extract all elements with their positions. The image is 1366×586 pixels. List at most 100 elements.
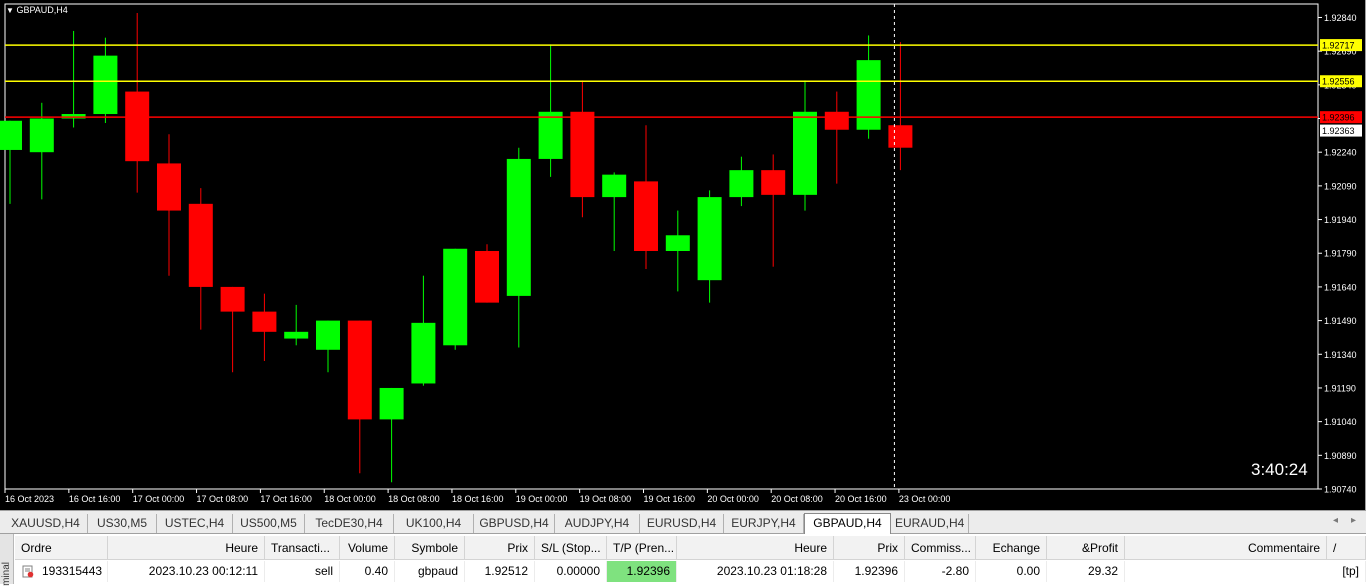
chart-tab[interactable]: XAUUSD,H4 <box>4 514 88 533</box>
terminal-side-label: minal <box>1 562 12 586</box>
bear-candle[interactable] <box>888 125 913 148</box>
chart-tab[interactable]: AUDJPY,H4 <box>555 514 640 533</box>
time-scale-label: 18 Oct 00:00 <box>324 494 376 504</box>
cell-ordre: 193315443 <box>36 561 108 582</box>
header-ordre[interactable]: Ordre <box>15 536 108 560</box>
bull-candle[interactable] <box>697 197 722 281</box>
time-scale-label: 20 Oct 08:00 <box>771 494 823 504</box>
cell-transaction: sell <box>265 561 340 582</box>
bear-candle[interactable] <box>220 286 245 312</box>
time-scale-label: 23 Oct 00:00 <box>899 494 951 504</box>
cell-symbole: gbpaud <box>395 561 465 582</box>
cell-commission: -2.80 <box>905 561 976 582</box>
cell-echange: 0.00 <box>976 561 1047 582</box>
bull-candle[interactable] <box>793 111 817 195</box>
chart-tab[interactable]: US500,M5 <box>233 514 305 533</box>
header-prix-open[interactable]: Prix <box>465 536 535 560</box>
price-scale-label: 1.92240 <box>1324 148 1357 158</box>
bar-countdown-timer: 3:40:24 <box>1251 460 1308 479</box>
price-scale-label: 1.91940 <box>1324 215 1357 225</box>
time-scale-label: 16 Oct 16:00 <box>69 494 121 504</box>
cell-prix-open: 1.92512 <box>465 561 535 582</box>
bear-candle[interactable] <box>125 91 150 162</box>
bear-candle[interactable] <box>824 111 849 130</box>
chart-tab[interactable]: TecDE30,H4 <box>305 514 394 533</box>
chart-tab[interactable]: GBPUSD,H4 <box>474 514 555 533</box>
bull-candle[interactable] <box>0 120 22 150</box>
price-level-label: 1.92556 <box>1322 77 1355 87</box>
chart-tab[interactable]: EURUSD,H4 <box>640 514 724 533</box>
time-scale-label: 17 Oct 08:00 <box>197 494 249 504</box>
chart-window[interactable]: 1.928401.926901.925401.923901.922401.920… <box>0 0 1366 510</box>
chart-menu-arrow-icon[interactable]: ▼ <box>6 6 14 15</box>
price-scale-label: 1.91040 <box>1324 417 1357 427</box>
header-heure-open[interactable]: Heure <box>108 536 265 560</box>
header-heure-close[interactable]: Heure <box>677 536 834 560</box>
header-symbole[interactable]: Symbole <box>395 536 465 560</box>
time-scale-label: 17 Oct 00:00 <box>133 494 185 504</box>
bull-candle[interactable] <box>29 118 54 153</box>
header-profit[interactable]: &Profit <box>1047 536 1125 560</box>
bull-candle[interactable] <box>506 158 531 296</box>
time-scale-label: 17 Oct 16:00 <box>260 494 312 504</box>
bull-candle[interactable] <box>538 111 563 159</box>
header-sort[interactable]: / <box>1327 536 1366 560</box>
price-scale-label: 1.92090 <box>1324 181 1357 191</box>
bull-candle[interactable] <box>856 60 881 130</box>
price-scale-label: 1.90740 <box>1324 485 1357 495</box>
cell-commentaire: [tp] <box>1125 561 1366 582</box>
price-scale-label: 1.91490 <box>1324 316 1357 326</box>
cell-heure-close: 2023.10.23 01:18:28 <box>677 561 834 582</box>
chart-tab[interactable]: USTEC,H4 <box>157 514 233 533</box>
cell-sl: 0.00000 <box>535 561 607 582</box>
price-scale-label: 1.91190 <box>1324 383 1356 393</box>
bear-candle[interactable] <box>761 170 786 195</box>
header-commission[interactable]: Commiss... <box>905 536 976 560</box>
chart-tab[interactable]: EURAUD,H4 <box>891 514 969 533</box>
chart-tab[interactable]: UK100,H4 <box>394 514 474 533</box>
chart-tab[interactable]: EURJPY,H4 <box>724 514 804 533</box>
bear-candle[interactable] <box>157 163 181 211</box>
bull-candle[interactable] <box>284 331 309 339</box>
terminal-panel: minal Ordre Heure Transacti... Volume Symbol… <box>0 534 1366 586</box>
price-level-label: 1.92396 <box>1322 113 1355 123</box>
bear-candle[interactable] <box>252 311 277 332</box>
time-scale-label: 19 Oct 00:00 <box>516 494 568 504</box>
header-echange[interactable]: Echange <box>976 536 1047 560</box>
bull-candle[interactable] <box>316 320 340 350</box>
header-volume[interactable]: Volume <box>340 536 395 560</box>
current-price-label: 1.92363 <box>1322 126 1355 136</box>
bull-candle[interactable] <box>665 235 690 251</box>
bear-candle[interactable] <box>570 111 595 198</box>
chart-title-label: GBPAUD,H4 <box>16 5 68 15</box>
bear-candle[interactable] <box>188 203 213 287</box>
closed-order-icon <box>22 565 34 578</box>
bull-candle[interactable] <box>443 248 468 346</box>
chart-tab[interactable]: GBPAUD,H4 <box>804 513 891 534</box>
price-scale-label: 1.91340 <box>1324 350 1357 360</box>
bull-candle[interactable] <box>602 174 627 198</box>
chart-tab[interactable]: US30,M5 <box>88 514 157 533</box>
header-prix-close[interactable]: Prix <box>834 536 905 560</box>
bull-candle[interactable] <box>379 387 404 420</box>
price-scale-label: 1.90890 <box>1324 451 1357 461</box>
price-scale-label: 1.92840 <box>1324 13 1357 23</box>
candlestick-chart[interactable]: 1.928401.926901.925401.923901.922401.920… <box>0 0 1366 510</box>
bear-candle[interactable] <box>475 250 499 303</box>
time-scale-label: 20 Oct 00:00 <box>707 494 759 504</box>
bear-candle[interactable] <box>347 320 372 420</box>
tab-scroll-right-icon[interactable]: ▸ <box>1351 515 1356 526</box>
header-tp[interactable]: T/P (Pren... <box>607 536 677 560</box>
bear-candle[interactable] <box>634 181 658 251</box>
header-commentaire[interactable]: Commentaire <box>1125 536 1327 560</box>
bull-candle[interactable] <box>93 55 118 115</box>
bull-candle[interactable] <box>411 322 436 384</box>
tab-scroll-left-icon[interactable]: ◂ <box>1333 515 1338 526</box>
time-scale-label: 18 Oct 08:00 <box>388 494 440 504</box>
header-sl[interactable]: S/L (Stop... <box>535 536 607 560</box>
bull-candle[interactable] <box>729 170 754 198</box>
cell-prix-close: 1.92396 <box>834 561 905 582</box>
header-transaction[interactable]: Transacti... <box>265 536 340 560</box>
time-scale-label: 18 Oct 16:00 <box>452 494 504 504</box>
time-scale-label: 19 Oct 08:00 <box>580 494 632 504</box>
